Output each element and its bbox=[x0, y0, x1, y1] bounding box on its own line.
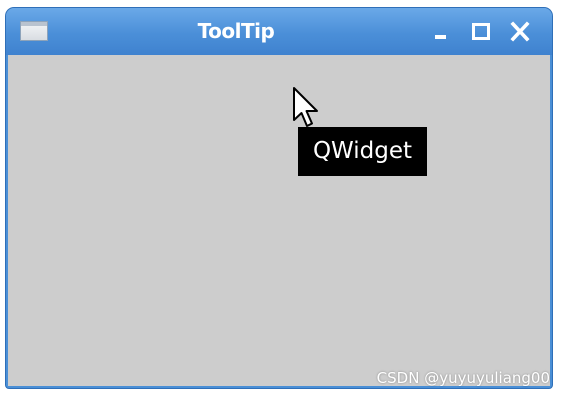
window-title: ToolTip bbox=[197, 19, 275, 43]
close-icon bbox=[510, 21, 530, 42]
title-bar[interactable]: ToolTip bbox=[6, 8, 552, 55]
maximize-icon bbox=[472, 23, 490, 40]
close-button[interactable] bbox=[508, 20, 532, 44]
window-client-area[interactable] bbox=[8, 55, 550, 386]
minimize-icon bbox=[435, 35, 446, 39]
minimize-button[interactable] bbox=[429, 20, 453, 44]
tooltip: QWidget bbox=[298, 127, 427, 176]
arrow-cursor-icon bbox=[293, 87, 318, 127]
main-window: ToolTip bbox=[6, 8, 552, 388]
watermark-text: CSDN @yuyuyuliang00 bbox=[376, 369, 550, 387]
maximize-button[interactable] bbox=[469, 20, 493, 44]
